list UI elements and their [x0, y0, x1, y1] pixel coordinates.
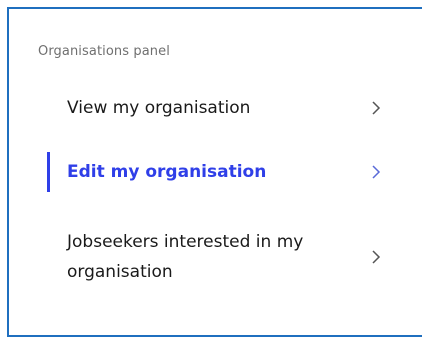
chevron-right-icon	[372, 165, 381, 179]
nav-item-jobseekers-interested[interactable]: Jobseekers interested in my organisation	[47, 226, 391, 288]
nav-item-label: View my organisation	[67, 98, 251, 118]
chevron-right-icon	[372, 101, 381, 115]
panel-title: Organisations panel	[38, 44, 170, 59]
active-indicator	[47, 152, 50, 192]
nav-item-view-organisation[interactable]: View my organisation	[47, 92, 391, 124]
nav-item-label: Edit my organisation	[67, 162, 267, 182]
chevron-right-icon	[372, 250, 381, 264]
nav-item-edit-organisation[interactable]: Edit my organisation	[47, 152, 391, 192]
nav-item-label: Jobseekers interested in my organisation	[67, 232, 304, 282]
